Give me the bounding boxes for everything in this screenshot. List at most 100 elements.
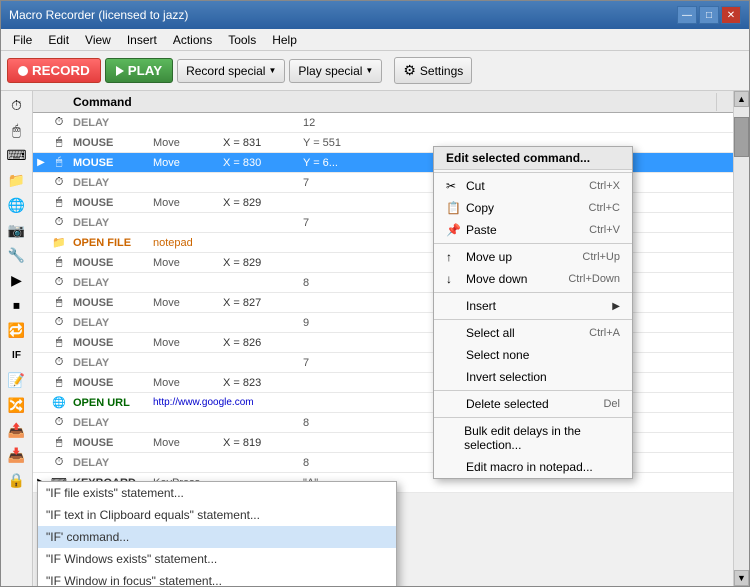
row-cmd: DELAY [69, 117, 149, 129]
ctx-cut-content: ✂ Cut [446, 179, 485, 193]
play-special-label: Play special [298, 64, 362, 78]
sidebar-icon-url[interactable]: 🌐 [5, 193, 29, 217]
ctx-cut[interactable]: ✂ Cut Ctrl+X [434, 175, 632, 197]
menu-view[interactable]: View [77, 32, 119, 48]
if-item-1[interactable]: "IF file exists" statement... [38, 482, 396, 504]
menu-file[interactable]: File [5, 32, 40, 48]
scroll-thumb[interactable] [734, 117, 749, 157]
sidebar-icon-settings[interactable]: 🔧 [5, 243, 29, 267]
ctx-copy[interactable]: 📋 Copy Ctrl+C [434, 197, 632, 219]
ctx-edit-selected[interactable]: Edit selected command... [434, 147, 632, 170]
record-button[interactable]: RECORD [7, 58, 101, 83]
ctx-copy-content: 📋 Copy [446, 201, 494, 215]
scroll-down[interactable]: ▼ [734, 570, 749, 586]
ctx-delete-label: Delete selected [466, 397, 549, 411]
table-header: Command [33, 91, 733, 113]
sidebar-icon-if[interactable]: IF [5, 343, 29, 367]
play-label: PLAY [128, 63, 162, 78]
row-action: Move [149, 437, 219, 449]
close-button[interactable]: ✕ [721, 6, 741, 24]
settings-label: Settings [420, 64, 463, 78]
ctx-delete-selected[interactable]: Delete selected Del [434, 393, 632, 415]
ctx-paste[interactable]: 📌 Paste Ctrl+V [434, 219, 632, 241]
window-title: Macro Recorder (licensed to jazz) [9, 8, 188, 22]
menu-actions[interactable]: Actions [165, 32, 220, 48]
sidebar-icon-import[interactable]: 📥 [5, 443, 29, 467]
if-item-3[interactable]: "IF' command... [38, 526, 396, 548]
sidebar-icon-screenshot[interactable]: 📷 [5, 218, 29, 242]
ctx-move-down-icon: ↓ [446, 272, 462, 286]
record-label: RECORD [32, 63, 90, 78]
table-row[interactable]: ⏱ DELAY 12 [33, 113, 733, 133]
sidebar-icon-mouse[interactable]: 🖱 [5, 118, 29, 142]
ctx-move-down[interactable]: ↓ Move down Ctrl+Down [434, 268, 632, 290]
ctx-invert-selection[interactable]: Invert selection [434, 366, 632, 388]
if-item-5[interactable]: "IF Window in focus" statement... [38, 570, 396, 586]
scrollbar[interactable]: ▲ ▼ [733, 91, 749, 586]
sidebar-icon-keyboard[interactable]: ⌨ [5, 143, 29, 167]
ctx-sep6 [434, 417, 632, 418]
sidebar-icon-lock[interactable]: 🔒 [5, 468, 29, 492]
play-special-button[interactable]: Play special ▼ [289, 59, 382, 83]
ctx-sep3 [434, 292, 632, 293]
ctx-move-up-content: ↑ Move up [446, 250, 512, 264]
record-special-chevron: ▼ [268, 66, 276, 75]
main-window: Macro Recorder (licensed to jazz) — □ ✕ … [0, 0, 750, 587]
row-cmd: DELAY [69, 317, 149, 329]
ctx-select-all[interactable]: Select all Ctrl+A [434, 322, 632, 344]
row-action: Move [149, 137, 219, 149]
ctx-insert[interactable]: Insert ▶ [434, 295, 632, 317]
ctx-copy-label: Copy [466, 201, 494, 215]
sidebar-icon-branch[interactable]: 🔀 [5, 393, 29, 417]
sidebar-icon-delay[interactable]: ⏱ [5, 93, 29, 117]
toolbar: RECORD PLAY Record special ▼ Play specia… [1, 51, 749, 91]
ctx-select-all-label: Select all [466, 326, 515, 340]
title-bar: Macro Recorder (licensed to jazz) — □ ✕ [1, 1, 749, 29]
record-special-button[interactable]: Record special ▼ [177, 59, 285, 83]
ctx-insert-label: Insert [466, 299, 496, 313]
ctx-delete-shortcut: Del [603, 398, 620, 410]
ctx-sep1 [434, 172, 632, 173]
ctx-select-none-content: Select none [446, 348, 529, 362]
sidebar-icon-play[interactable]: ▶ [5, 268, 29, 292]
sidebar-icon-export[interactable]: 📤 [5, 418, 29, 442]
ctx-insert-content: Insert [446, 299, 496, 313]
ctx-edit-notepad[interactable]: Edit macro in notepad... [434, 456, 632, 478]
minimize-button[interactable]: — [677, 6, 697, 24]
row-icon-mouse: 🖱 [49, 136, 69, 149]
row-icon-delay: ⏱ [49, 276, 69, 289]
ctx-move-up[interactable]: ↑ Move up Ctrl+Up [434, 246, 632, 268]
sidebar-icon-note[interactable]: 📝 [5, 368, 29, 392]
menu-insert[interactable]: Insert [119, 32, 165, 48]
row-cmd: MOUSE [69, 437, 149, 449]
maximize-button[interactable]: □ [699, 6, 719, 24]
row-param2: 12 [299, 117, 733, 129]
ctx-move-down-label: Move down [466, 272, 527, 286]
if-item-2[interactable]: "IF text in Clipboard equals" statement.… [38, 504, 396, 526]
sidebar-icon-stop[interactable]: ⏹ [5, 293, 29, 317]
row-cmd: MOUSE [69, 337, 149, 349]
sidebar-icon-loop[interactable]: 🔁 [5, 318, 29, 342]
ctx-invert-label: Invert selection [466, 370, 547, 384]
settings-button[interactable]: ⚙ Settings [394, 57, 472, 84]
menu-tools[interactable]: Tools [220, 32, 264, 48]
ctx-paste-content: 📌 Paste [446, 223, 497, 237]
ctx-move-down-content: ↓ Move down [446, 272, 527, 286]
row-action: notepad [149, 237, 219, 249]
scroll-up[interactable]: ▲ [734, 91, 749, 107]
menu-edit[interactable]: Edit [40, 32, 77, 48]
if-item-4[interactable]: "IF Windows exists" statement... [38, 548, 396, 570]
play-button[interactable]: PLAY [105, 58, 173, 83]
row-param1: X = 830 [219, 157, 299, 169]
ctx-sep5 [434, 390, 632, 391]
sidebar-icon-openfile[interactable]: 📁 [5, 168, 29, 192]
row-action: http://www.google.com [149, 397, 219, 408]
row-icon-delay: ⏱ [49, 116, 69, 129]
ctx-bulk-edit[interactable]: Bulk edit delays in the selection... [434, 420, 632, 456]
row-cmd: MOUSE [69, 257, 149, 269]
ctx-copy-shortcut: Ctrl+C [589, 202, 620, 214]
menu-help[interactable]: Help [264, 32, 305, 48]
ctx-select-none[interactable]: Select none [434, 344, 632, 366]
row-icon-mouse: 🖱 [49, 436, 69, 449]
row-param1: X = 829 [219, 197, 299, 209]
